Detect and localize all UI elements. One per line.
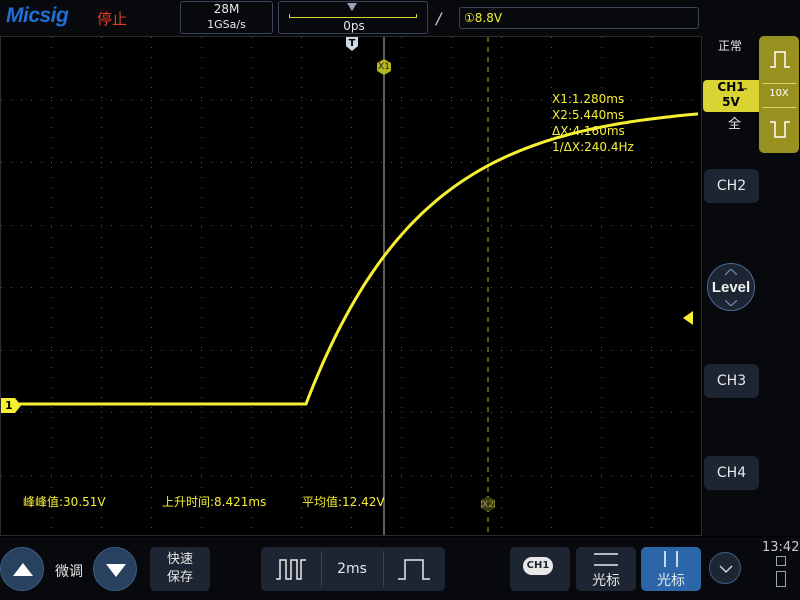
quick-save-label-line1: 快速 <box>166 552 193 567</box>
horizontal-cursor-label: 光标 <box>592 573 620 589</box>
peak-to-peak-measurement[interactable]: 峰峰值:30.51V <box>23 493 106 510</box>
sample-rate: 1GSa/s <box>207 18 246 31</box>
menu-expand-button[interactable] <box>709 552 741 584</box>
quick-save-button[interactable]: 快速 保存 <box>150 547 210 591</box>
timebase-value[interactable]: 2ms <box>321 547 383 591</box>
clock: 13:42 <box>762 540 800 555</box>
vertical-cursor-label: 光标 <box>657 573 685 589</box>
trigger-level-marker-icon[interactable] <box>683 311 693 325</box>
memory-window-bar <box>289 14 417 18</box>
positive-pulse-icon[interactable] <box>769 50 791 68</box>
divider <box>762 83 796 84</box>
ch4-button[interactable]: CH4 <box>704 456 759 490</box>
brand-logo: Micsig <box>6 4 69 27</box>
dc-coupling-icon: ⎓ <box>741 84 748 93</box>
triangle-up-icon <box>13 563 33 576</box>
usb-icon <box>776 556 786 566</box>
vertical-cursor-icon <box>664 551 678 567</box>
battery-icon <box>776 571 786 587</box>
waveform-display[interactable]: T X1 X2 1 X1:1.280ms X2:5.440ms ΔX:4.160… <box>0 36 702 536</box>
negative-pulse-icon[interactable] <box>769 120 791 138</box>
trigger-level-readout[interactable]: ①8.8V <box>459 7 699 29</box>
cursor-readout-panel: X1:1.280ms X2:5.440ms ΔX:4.160ms 1/ΔX:24… <box>552 91 634 155</box>
divider <box>762 107 796 108</box>
ch1-probe-panel: 10X <box>759 36 799 153</box>
memory-depth: 28M <box>213 2 240 16</box>
acquisition-mode[interactable]: 正常 <box>718 37 742 54</box>
ch3-button[interactable]: CH3 <box>704 364 759 398</box>
timebase-wide-pulse-icon[interactable] <box>397 558 431 580</box>
inverse-delta-x-readout: 1/ΔX:240.4Hz <box>552 140 634 154</box>
ch1-button[interactable]: CH1 5V <box>703 80 759 112</box>
x1-readout: X1:1.280ms <box>552 92 625 106</box>
fine-adjust-label: 微调 <box>55 564 83 580</box>
timebase-control: 2ms <box>261 547 445 591</box>
top-status-bar: Micsig 停止 28M 1GSa/s 0ps ∕ ①8.8V <box>0 0 800 36</box>
chevron-down-icon <box>725 300 737 306</box>
acquisition-info[interactable]: 28M 1GSa/s <box>180 1 273 34</box>
trigger-position-marker-icon <box>347 3 357 11</box>
horizontal-cursor-button[interactable]: 光标 <box>576 547 636 591</box>
trigger-level-knob[interactable]: Level <box>707 263 755 311</box>
level-label: Level <box>711 279 751 296</box>
run-stop-status[interactable]: 停止 <box>97 8 127 29</box>
ch1-bandwidth-limit[interactable]: 全 <box>728 113 741 132</box>
time-offset: 0ps <box>343 19 365 33</box>
measurement-bar: 峰峰值:30.51V 上升时间:8.421ms 平均值:12.42V <box>1 493 701 511</box>
ch1-label: CH1 <box>717 80 745 94</box>
rise-time-measurement[interactable]: 上升时间:8.421ms <box>162 493 266 510</box>
rising-edge-trigger-icon[interactable]: ∕ <box>436 9 441 28</box>
chevron-up-icon <box>725 269 737 275</box>
mean-measurement[interactable]: 平均值:12.42V <box>302 493 385 510</box>
vertical-cursor-button[interactable]: 光标 <box>641 547 701 591</box>
horizontal-position-indicator[interactable]: 0ps <box>278 1 428 34</box>
divider <box>383 551 384 587</box>
fine-adjust-up-button[interactable] <box>0 547 44 591</box>
x2-readout: X2:5.440ms <box>552 108 625 122</box>
quick-save-label-line2: 保存 <box>166 570 193 585</box>
ch2-button[interactable]: CH2 <box>704 169 759 203</box>
chevron-down-icon <box>719 565 733 574</box>
cursor-source-button[interactable]: CH1 <box>510 547 570 591</box>
ch1-source-badge: CH1 <box>523 557 553 575</box>
probe-attenuation[interactable]: 10X <box>759 88 799 99</box>
ch1-scale: 5V <box>722 95 740 109</box>
ch1-waveform-trace <box>1 112 699 406</box>
fine-adjust-down-button[interactable] <box>93 547 137 591</box>
timebase-narrow-pulse-icon[interactable] <box>275 558 307 580</box>
delta-x-readout: ΔX:4.160ms <box>552 124 625 138</box>
horizontal-cursor-icon <box>594 553 618 566</box>
triangle-down-icon <box>106 564 126 577</box>
